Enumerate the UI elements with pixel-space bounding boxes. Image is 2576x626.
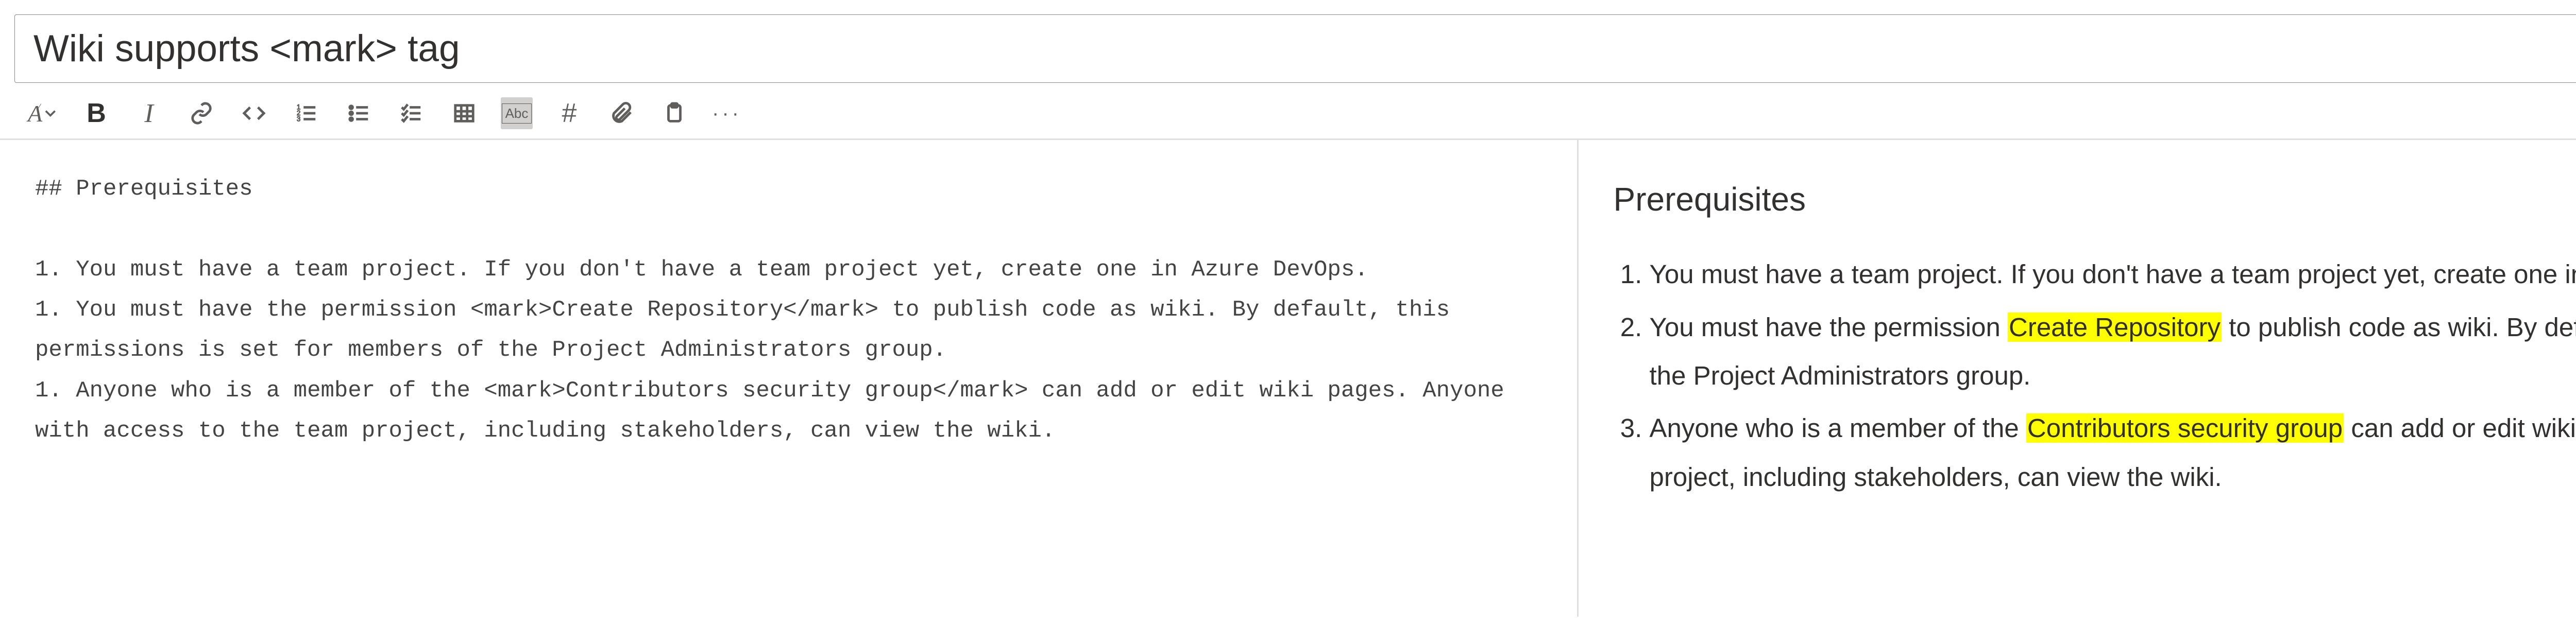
link-button[interactable]: [185, 97, 217, 129]
preview-pane: Prerequisites You must have a team proje…: [1579, 140, 2576, 617]
split-view: ## Prerequisites 1. You must have a team…: [0, 140, 2576, 617]
formatting-toolbar: A ⁄ B I 123 Abc #: [28, 97, 743, 129]
preview-list-item: Anyone who is a member of the Contributo…: [1650, 404, 2576, 501]
page-title-input[interactable]: [33, 27, 2576, 70]
formatting-toolbar-row: A ⁄ B I 123 Abc #: [0, 83, 2576, 140]
preview-heading: Prerequisites: [1614, 169, 2576, 230]
text-style-dropdown[interactable]: A ⁄: [28, 97, 60, 129]
mention-button[interactable]: #: [553, 97, 585, 129]
preview-list: You must have a team project. If you don…: [1614, 250, 2576, 501]
code-button[interactable]: [238, 97, 270, 129]
preview-list-item: You must have the permission Create Repo…: [1650, 303, 2576, 401]
svg-text:3: 3: [297, 115, 300, 123]
bulleted-list-button[interactable]: [343, 97, 375, 129]
more-actions-button[interactable]: ···: [711, 97, 743, 129]
checklist-button[interactable]: [396, 97, 428, 129]
highlight-button[interactable]: Abc: [501, 97, 533, 129]
title-wrapper: [14, 14, 2576, 83]
preview-list-item: You must have a team project. If you don…: [1650, 250, 2576, 299]
table-button[interactable]: [448, 97, 480, 129]
numbered-list-button[interactable]: 123: [291, 97, 323, 129]
page-header: Close Save: [0, 0, 2576, 83]
paste-button[interactable]: [658, 97, 690, 129]
markdown-editor-pane[interactable]: ## Prerequisites 1. You must have a team…: [0, 140, 1579, 617]
attach-button[interactable]: [606, 97, 638, 129]
highlight-mark: Contributors security group: [2026, 413, 2344, 443]
highlight-mark: Create Repository: [2008, 312, 2222, 342]
bold-button[interactable]: B: [80, 97, 112, 129]
italic-button[interactable]: I: [133, 97, 165, 129]
